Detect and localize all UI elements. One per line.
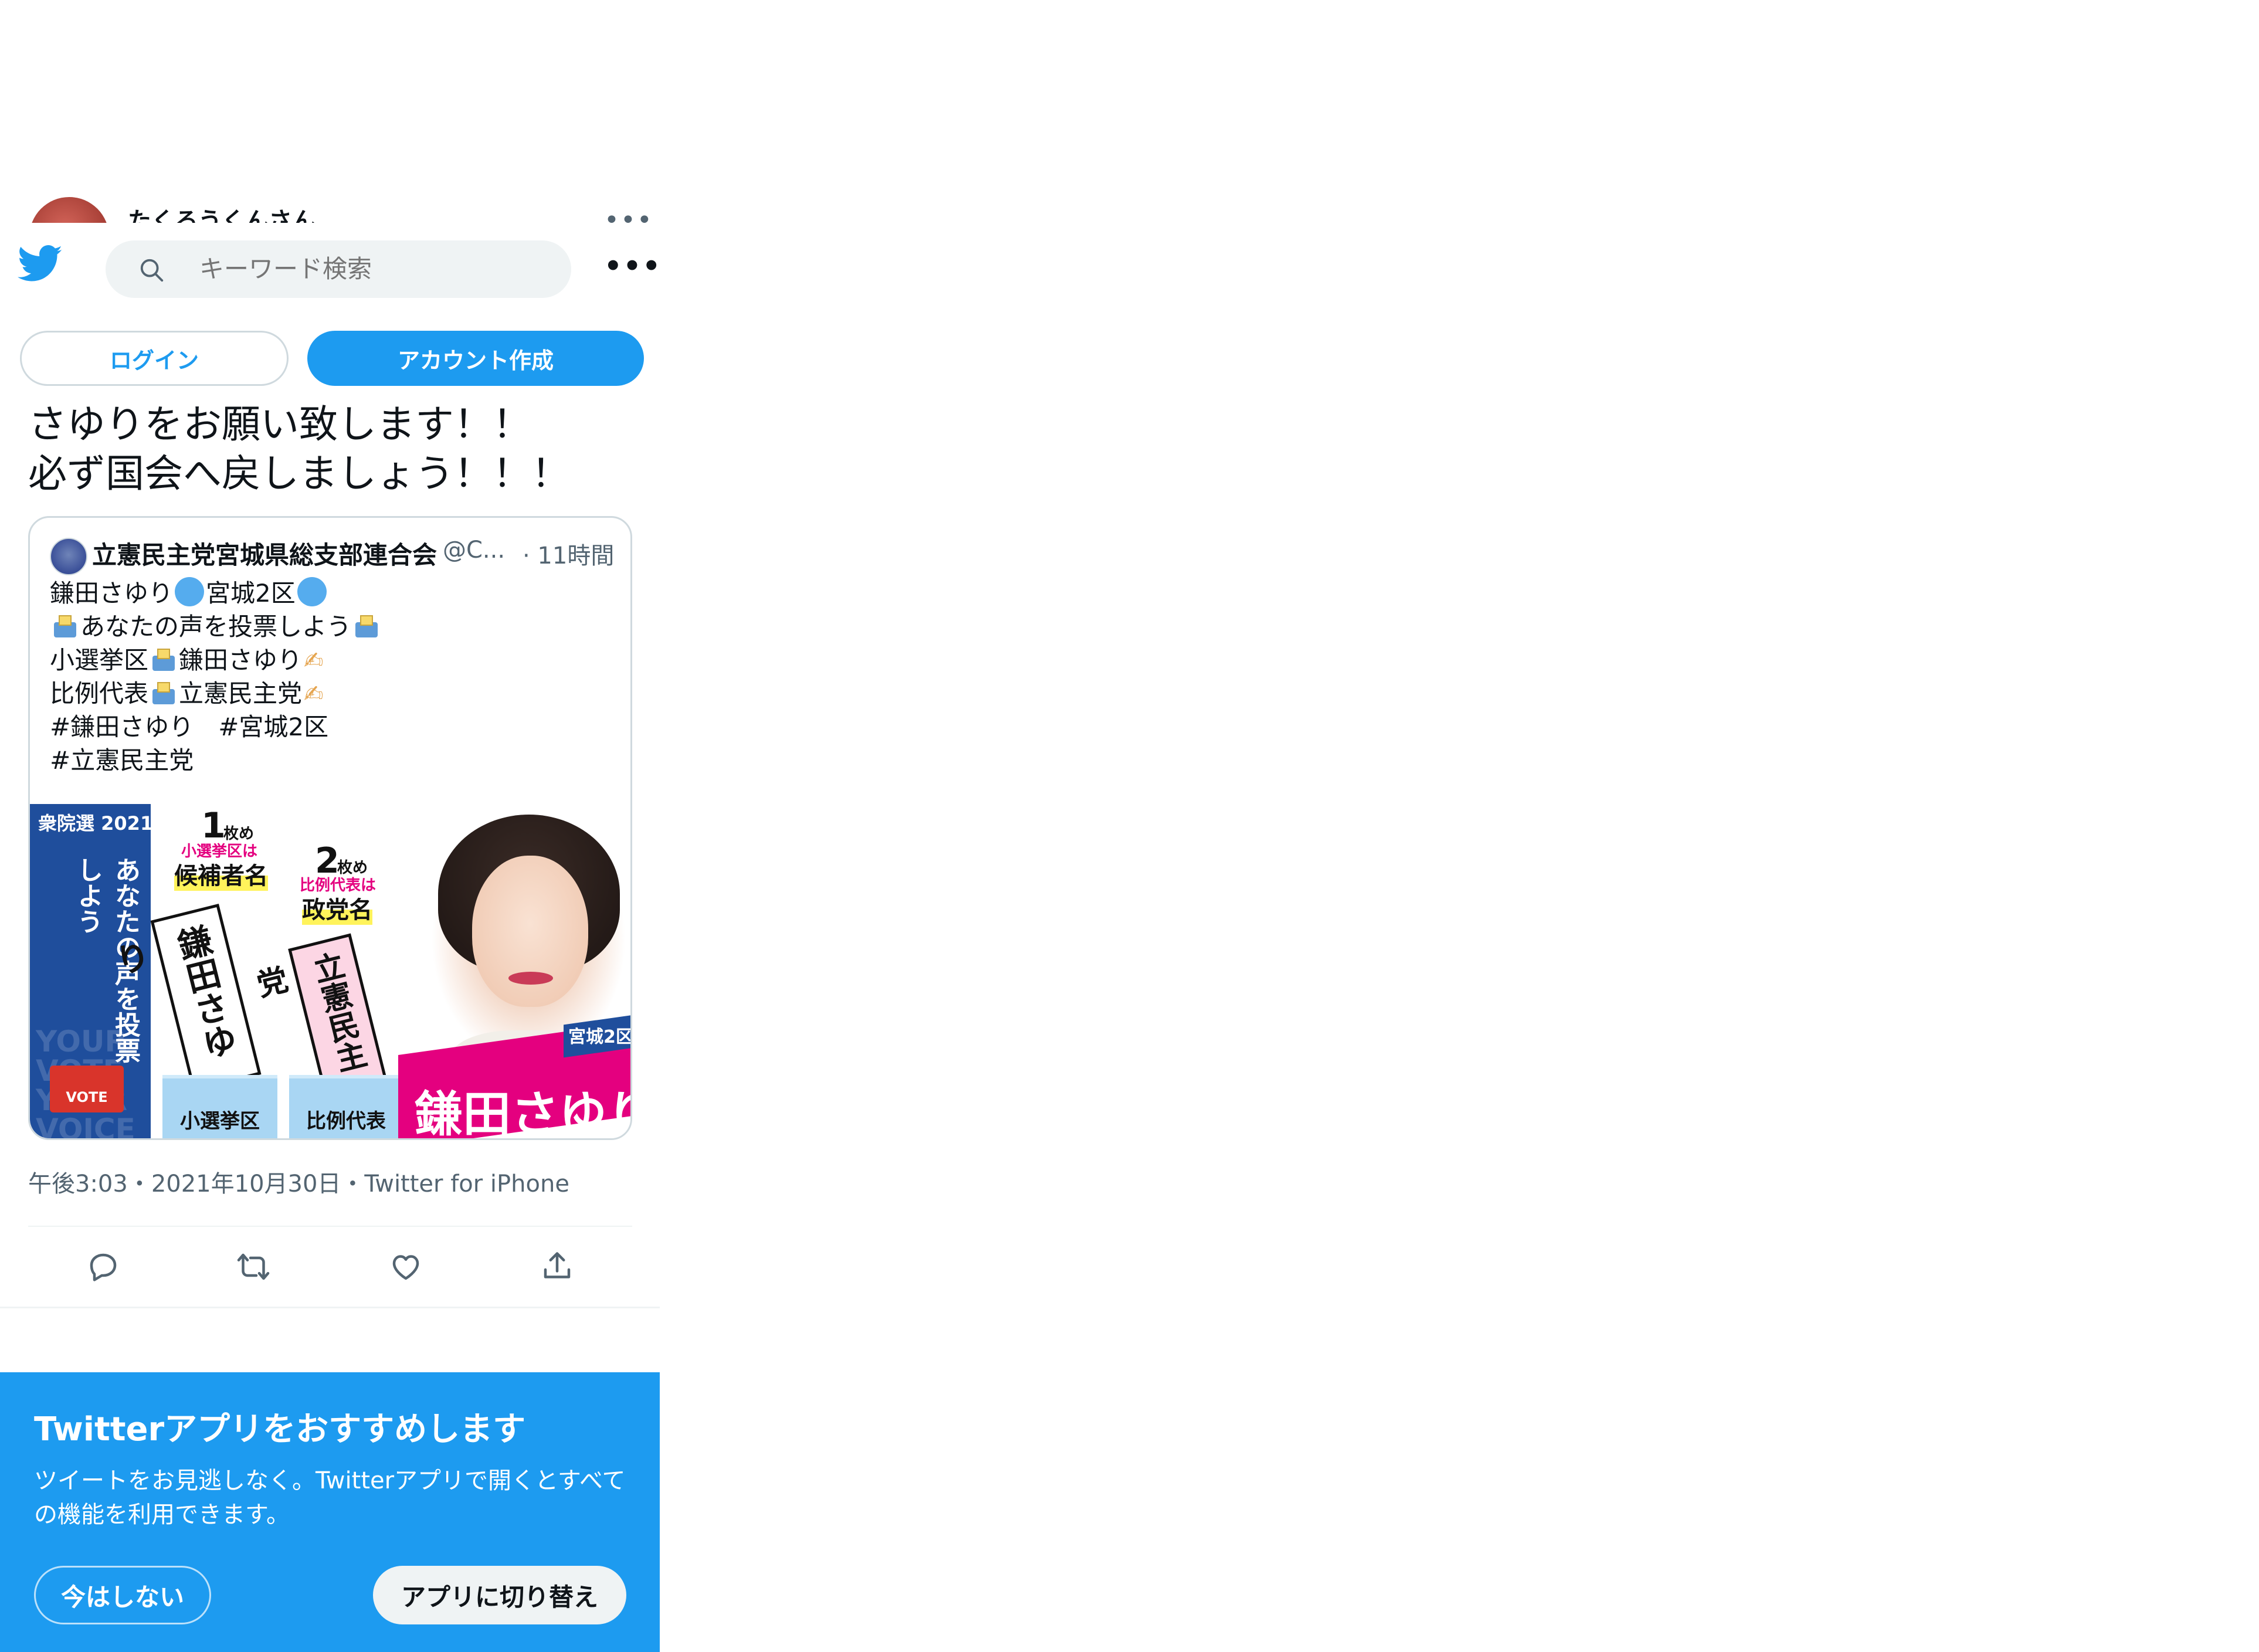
quote-text: 宮城2区: [206, 579, 296, 608]
campaign-image[interactable]: YOUR VOTE YOUR VOICE 衆院選 2021 あなたの声を投票しよ…: [30, 804, 632, 1140]
retweet-icon[interactable]: [236, 1249, 271, 1284]
ballot-card-party: 立憲民主党: [248, 933, 388, 1097]
quote-text: 立憲民主党: [179, 679, 303, 708]
heart-icon[interactable]: [388, 1249, 423, 1284]
quote-line: あなたの声を投票しよう: [50, 610, 613, 643]
quote-avatar: [50, 538, 87, 575]
search-icon: [140, 259, 164, 282]
writing-hand-icon: ✍: [304, 647, 324, 674]
ballot-box-icon: [52, 614, 79, 639]
quote-timestamp: · 11時間: [523, 542, 615, 569]
twitter-bird-icon[interactable]: [18, 245, 63, 283]
vote-label: VOTE: [66, 1089, 108, 1105]
more-icon[interactable]: •••: [604, 205, 653, 223]
blue-circle-icon: [297, 577, 327, 606]
quote-hashtags[interactable]: #鎌田さゆり #宮城2区: [50, 710, 613, 744]
divider: [28, 1226, 632, 1227]
quote-text: 比例代表: [50, 679, 149, 708]
share-icon[interactable]: [540, 1249, 575, 1284]
writing-hand-icon: ✍: [304, 681, 324, 708]
more-icon[interactable]: •••: [604, 250, 662, 283]
quote-body: 鎌田さゆり 宮城2区 あなたの声を投票しよう 小選挙区 鎌田さゆり✍ 比例代表 立憲民…: [50, 576, 613, 777]
quoted-tweet-card[interactable]: 立憲民主党宮城県総支部連合会 @C... · 11時間 鎌田さゆり 宮城2区 あな…: [28, 516, 632, 1140]
ghost-profile-row: たくろうくんさん •••: [0, 188, 660, 223]
ballot-card-text: 鎌田さゆり: [106, 921, 240, 1064]
search-input[interactable]: [199, 240, 551, 298]
ballot-box-icon: [150, 647, 177, 672]
ballot-box-icon: [353, 614, 380, 639]
district-text: 宮城2区: [568, 1027, 632, 1047]
avatar: [29, 197, 109, 223]
portrait-lips: [508, 972, 553, 985]
ballot-box-icon: [150, 681, 177, 705]
quote-hashtags[interactable]: #立憲民主党: [50, 744, 613, 777]
poster-year: 衆院選 2021: [38, 812, 154, 835]
tweet-text: さゆりをお願い致します！！ 必ず国会へ戻しましょう！！！: [28, 402, 570, 496]
promo-title: Twitterアプリをおすすめします: [34, 1410, 526, 1449]
quote-text: 鎌田さゆり: [50, 579, 174, 608]
quote-text: あなたの声を投票しよう: [80, 612, 352, 641]
quote-author-handle: @C...: [443, 537, 506, 564]
top-bar: •••: [0, 223, 660, 310]
blue-circle-icon: [175, 577, 205, 606]
first-label: 候補者名: [174, 857, 268, 891]
quote-line: 小選挙区 鎌田さゆり✍: [50, 643, 613, 677]
tweet-meta: 午後3:03・2021年10月30日・Twitter for iPhone: [28, 1171, 569, 1198]
quote-line: 比例代表 立憲民主党✍: [50, 677, 613, 710]
quote-text: 鎌田さゆり: [179, 646, 303, 674]
ballot-box: 小選挙区: [162, 1075, 277, 1138]
second-label: 政党名: [302, 891, 372, 925]
switch-to-app-button[interactable]: アプリに切り替え: [373, 1566, 626, 1624]
quote-author-name: 立憲民主党宮城県総支部連合会: [92, 541, 437, 569]
ballot-box-label: 小選挙区: [180, 1110, 260, 1133]
search-bar[interactable]: [106, 240, 571, 298]
ballot-card-text: 立憲民主党: [248, 948, 369, 1076]
quote-line: 鎌田さゆり 宮城2区: [50, 576, 613, 610]
profile-name: たくろうくんさん: [128, 208, 316, 223]
candidate-name: 鎌田さゆり: [415, 1087, 632, 1140]
signup-button[interactable]: アカウント作成: [307, 331, 644, 386]
promo-description: ツイートをお見逃しなく。Twitterアプリで開くとすべての機能を利用できます。: [34, 1467, 626, 1528]
not-now-button[interactable]: 今はしない: [34, 1566, 211, 1624]
login-button[interactable]: ログイン: [20, 331, 289, 386]
reply-icon[interactable]: [86, 1249, 121, 1284]
quote-text: 小選挙区: [50, 646, 149, 674]
ballot-box-label: 比例代表: [306, 1110, 386, 1133]
divider: [0, 1307, 660, 1308]
ballot-box: 比例代表: [289, 1075, 403, 1138]
app-promo-sheet: Twitterアプリをおすすめします ツイートをお見逃しなく。Twitterアプ…: [0, 1372, 660, 1652]
